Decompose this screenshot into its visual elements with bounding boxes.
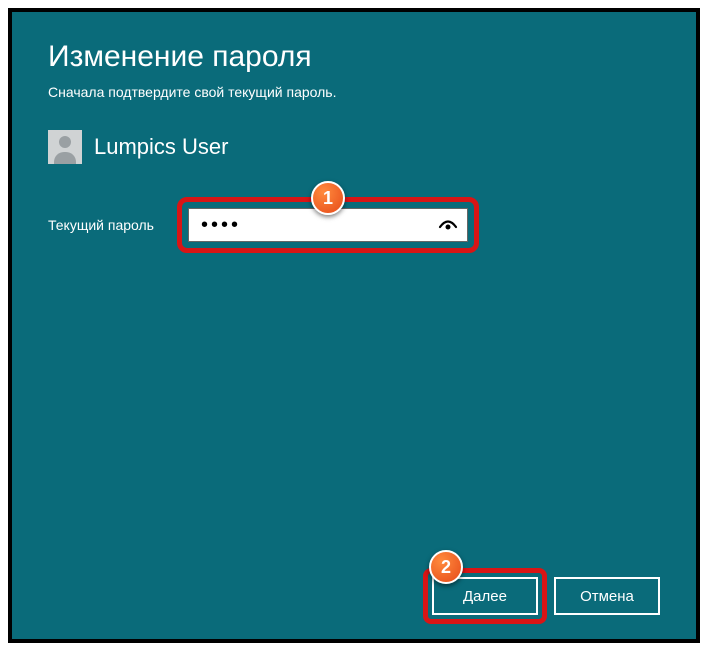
next-button-wrap: 2 Далее	[432, 577, 538, 615]
password-input-wrap: 1	[188, 208, 468, 242]
callout-badge-2: 2	[429, 550, 463, 584]
page-subtitle: Сначала подтвердите свой текущий пароль.	[48, 84, 660, 100]
change-password-window: Изменение пароля Сначала подтвердите сво…	[8, 8, 700, 643]
cancel-button[interactable]: Отмена	[554, 577, 660, 615]
user-row: Lumpics User	[48, 130, 660, 164]
current-password-row: Текущий пароль 1	[48, 208, 660, 242]
username-label: Lumpics User	[94, 134, 228, 160]
callout-badge-1: 1	[311, 181, 345, 215]
cancel-button-wrap: Отмена	[554, 577, 660, 615]
current-password-label: Текущий пароль	[48, 217, 188, 233]
user-avatar-icon	[48, 130, 82, 164]
reveal-password-icon[interactable]	[438, 215, 458, 235]
button-row: 2 Далее Отмена	[432, 577, 660, 615]
page-title: Изменение пароля	[48, 40, 660, 74]
